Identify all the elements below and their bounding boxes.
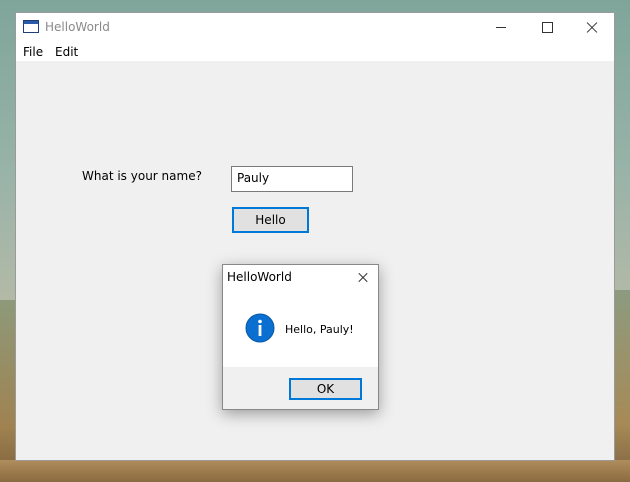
hello-button[interactable]: Hello — [232, 207, 309, 233]
maximize-icon — [542, 22, 553, 33]
menu-edit[interactable]: Edit — [55, 45, 78, 59]
menu-bar: File Edit — [16, 42, 614, 61]
maximize-button[interactable] — [524, 13, 570, 42]
message-dialog: HelloWorld Hello, Pauly! OK — [222, 264, 379, 410]
info-icon — [245, 313, 275, 343]
close-button[interactable] — [569, 13, 615, 42]
title-bar[interactable]: HelloWorld — [16, 13, 614, 42]
name-label: What is your name? — [82, 169, 202, 183]
minimize-button[interactable] — [478, 13, 524, 42]
menu-file[interactable]: File — [23, 45, 43, 59]
minimize-icon — [496, 27, 506, 28]
desktop-background-bottom — [0, 460, 630, 482]
dialog-footer: OK — [223, 367, 378, 409]
ok-button[interactable]: OK — [289, 378, 362, 400]
window-title: HelloWorld — [45, 20, 110, 34]
app-window-icon — [23, 20, 39, 33]
dialog-message: Hello, Pauly! — [285, 323, 354, 336]
dialog-close-button[interactable] — [351, 267, 375, 287]
dialog-title: HelloWorld — [227, 270, 292, 284]
dialog-body: Hello, Pauly! — [223, 293, 378, 367]
name-input[interactable]: Pauly — [231, 166, 353, 192]
